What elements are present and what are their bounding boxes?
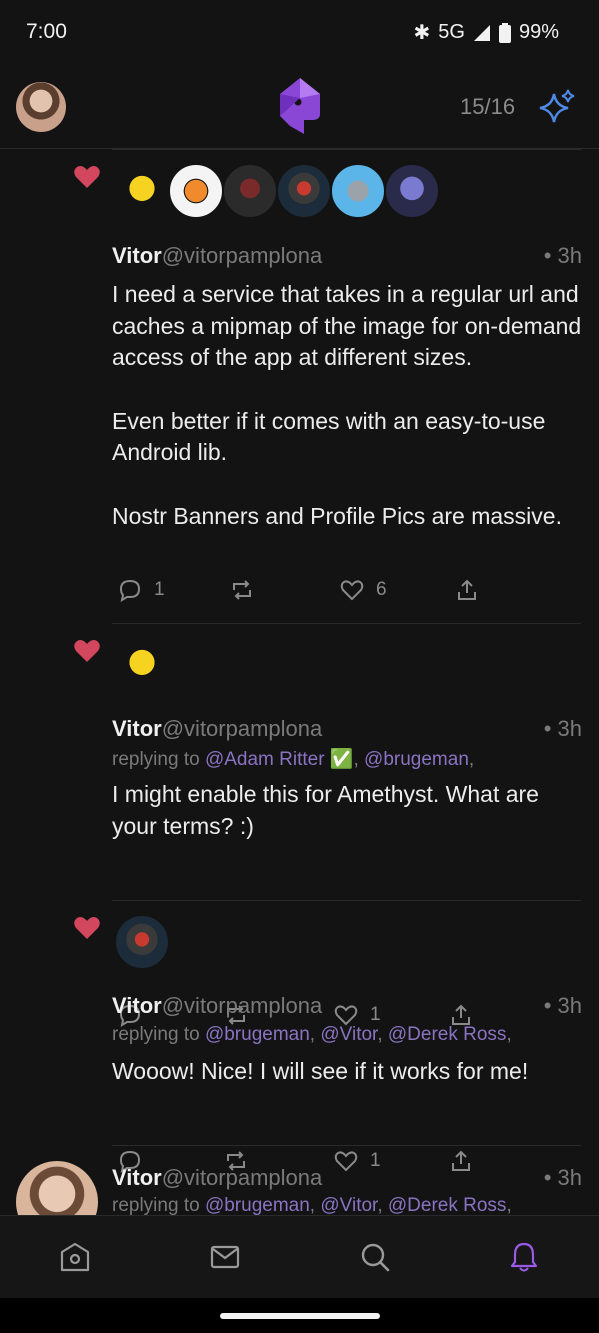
avatar[interactable] (114, 637, 170, 693)
avatar[interactable] (222, 163, 278, 219)
note-time: • 3h (543, 243, 582, 268)
reactor-avatars (114, 163, 440, 219)
sparkle-icon[interactable] (538, 88, 576, 126)
heart-icon (340, 580, 364, 601)
reply-count: 1 (154, 579, 165, 600)
author-handle[interactable]: @vitorpamplona (162, 243, 323, 268)
status-bar: 7:00 ✱ 5G 99% (0, 0, 599, 66)
author-name[interactable]: Vitor (112, 1165, 162, 1190)
reply-button[interactable]: 1 (118, 578, 165, 602)
note-actions: 1 6 (118, 578, 478, 608)
note-header: Vitor@vitorpamplona • 3h (112, 993, 582, 1019)
note-header: Vitor@vitorpamplona • 3h (112, 716, 582, 742)
note-header: Vitor@vitorpamplona • 3h (112, 243, 582, 269)
avatar[interactable] (384, 163, 440, 219)
messages-icon[interactable] (208, 1240, 242, 1274)
notification-feed: Vitor@vitorpamplona • 3h I need a servic… (0, 149, 599, 1215)
replying-to: replying to @brugeman, @Vitor, @Derek Ro… (112, 1195, 512, 1215)
note-time: • 3h (543, 716, 582, 741)
mention-link[interactable]: @Vitor (320, 1024, 377, 1045)
heart-reaction-icon (74, 166, 100, 188)
note-time: • 3h (543, 1165, 582, 1190)
reply-icon (119, 579, 141, 602)
divider (112, 623, 581, 624)
reply-prefix: replying to (112, 749, 205, 770)
home-icon[interactable] (58, 1240, 92, 1274)
mention-link[interactable]: @Derek Ross (388, 1195, 507, 1215)
note-paragraph: Wooow! Nice! I will see if it works for … (112, 1058, 529, 1084)
network-label: 5G (438, 21, 465, 43)
amethyst-logo-icon (280, 78, 320, 134)
divider (112, 1145, 581, 1146)
replying-to: replying to @brugeman, @Vitor, @Derek Ro… (112, 1024, 512, 1045)
gesture-area (0, 1298, 599, 1333)
share-icon (458, 579, 476, 600)
battery-percent: 99% (518, 21, 559, 43)
bluetooth-icon: ✱ (413, 22, 431, 44)
reply-prefix: replying to (112, 1195, 205, 1215)
note-paragraph: I might enable this for Amethyst. What a… (112, 781, 539, 839)
reply-prefix: replying to (112, 1024, 205, 1045)
mention-link[interactable]: @Derek Ross (388, 1024, 507, 1045)
battery-icon (498, 22, 511, 43)
like-count: 6 (376, 579, 387, 600)
mention-link[interactable]: @brugeman (205, 1024, 310, 1045)
avatar[interactable] (276, 163, 332, 219)
note-time: • 3h (543, 993, 582, 1018)
author-handle[interactable]: @vitorpamplona (162, 716, 323, 741)
top-app-bar: 15/16 (0, 66, 599, 149)
like-button[interactable]: 6 (340, 578, 387, 602)
feed-counter: 15/16 (460, 94, 516, 119)
avatar[interactable] (168, 163, 224, 219)
note-content: I need a service that takes in a regular… (112, 279, 582, 532)
heart-reaction-icon (74, 640, 100, 662)
repost-button[interactable] (230, 578, 254, 602)
profile-avatar[interactable] (16, 82, 66, 132)
author-handle[interactable]: @vitorpamplona (162, 1165, 323, 1190)
note-paragraph: Nostr Banners and Profile Pics are massi… (112, 502, 562, 529)
note-content: I might enable this for Amethyst. What a… (112, 779, 582, 842)
reactor-avatars (114, 914, 170, 970)
note-paragraph: Even better if it comes with an easy-to-… (112, 407, 546, 466)
divider (112, 900, 581, 901)
mention-link[interactable]: @brugeman (205, 1195, 310, 1215)
status-time: 7:00 (26, 20, 67, 43)
author-avatar[interactable] (16, 1161, 98, 1215)
share-button[interactable] (455, 578, 479, 602)
avatar[interactable] (330, 163, 386, 219)
status-icons: ✱ 5G 99% (414, 20, 559, 45)
mention-link[interactable]: @brugeman (364, 749, 469, 770)
author-name[interactable]: Vitor (112, 993, 162, 1018)
author-name[interactable]: Vitor (112, 243, 162, 268)
reactor-avatars (114, 637, 170, 693)
author-name[interactable]: Vitor (112, 716, 162, 741)
note-paragraph: I need a service that takes in a regular… (112, 281, 582, 370)
search-icon[interactable] (358, 1240, 392, 1274)
divider (112, 149, 581, 150)
avatar[interactable] (114, 163, 170, 219)
note-header: Vitor@vitorpamplona • 3h (112, 1165, 582, 1191)
replying-to: replying to @Adam Ritter ✅, @brugeman, (112, 749, 475, 770)
bottom-navigation (0, 1215, 599, 1299)
signal-icon (473, 24, 490, 41)
notifications-icon[interactable] (507, 1240, 541, 1274)
note-content: Wooow! Nice! I will see if it works for … (112, 1056, 582, 1088)
mention-link[interactable]: @Vitor (320, 1195, 377, 1215)
author-handle[interactable]: @vitorpamplona (162, 993, 323, 1018)
heart-reaction-icon (74, 917, 100, 939)
repost-icon (233, 580, 251, 600)
mention-link[interactable]: @Adam Ritter ✅ (205, 749, 354, 770)
avatar[interactable] (114, 914, 170, 970)
gesture-handle[interactable] (220, 1313, 380, 1319)
